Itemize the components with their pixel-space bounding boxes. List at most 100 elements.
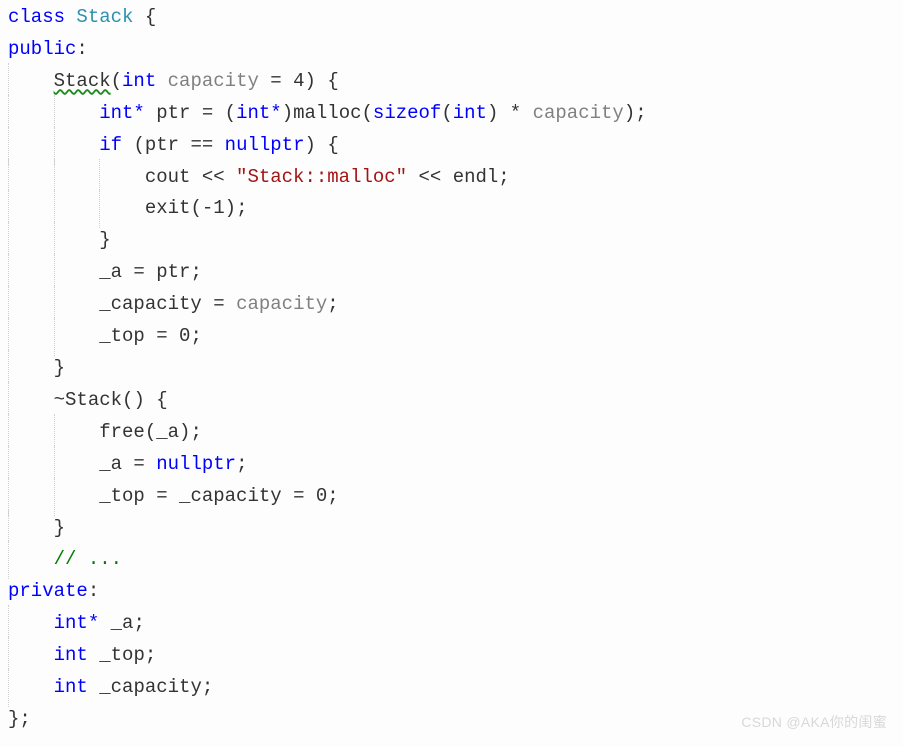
- literal: 0: [179, 325, 190, 347]
- rparen: ): [487, 102, 498, 124]
- equals: =: [145, 325, 179, 347]
- code-line: public:: [8, 34, 895, 66]
- lparen: (: [190, 197, 201, 219]
- code-line: int* ptr = (int*)malloc(sizeof(int) * ca…: [8, 98, 895, 130]
- semi: ;: [133, 612, 144, 634]
- func-malloc: malloc: [293, 102, 361, 124]
- code-line: if (ptr == nullptr) {: [8, 130, 895, 162]
- param-capacity: capacity: [168, 70, 259, 92]
- brace: {: [327, 70, 338, 92]
- equals: =: [122, 261, 156, 283]
- code-block: class Stack { public: Stack(int capacity…: [8, 2, 895, 736]
- code-line: cout << "Stack::malloc" << endl;: [8, 162, 895, 194]
- constructor-name: Stack: [54, 70, 111, 92]
- semi: ;: [635, 102, 646, 124]
- lparen: (: [122, 389, 133, 411]
- lparen: (: [362, 102, 373, 124]
- member-a: _a: [111, 612, 134, 634]
- literal: 0: [316, 485, 327, 507]
- endl: endl: [453, 166, 499, 188]
- type-int: int: [54, 676, 88, 698]
- semi: ;: [327, 293, 338, 315]
- code-line: ~Stack() {: [8, 385, 895, 417]
- member-capacity: _capacity: [99, 676, 202, 698]
- type-int: int: [453, 102, 487, 124]
- rparen: ): [305, 70, 316, 92]
- keyword-class: class: [8, 6, 65, 28]
- member-top: _top: [99, 485, 145, 507]
- member-a: _a: [99, 453, 122, 475]
- rparen: ): [133, 389, 144, 411]
- type-int: int: [54, 644, 88, 666]
- code-line: _top = 0;: [8, 321, 895, 353]
- code-line: }: [8, 353, 895, 385]
- code-line: _capacity = capacity;: [8, 289, 895, 321]
- code-line: _a = nullptr;: [8, 449, 895, 481]
- var-ptr: ptr: [145, 134, 179, 156]
- literal: -1: [202, 197, 225, 219]
- code-line: private:: [8, 576, 895, 608]
- semi: ;: [236, 453, 247, 475]
- end: };: [8, 708, 31, 730]
- cout: cout: [145, 166, 191, 188]
- brace: {: [156, 389, 167, 411]
- lparen: (: [145, 421, 156, 443]
- semi: ;: [145, 644, 156, 666]
- member-a: _a: [99, 261, 122, 283]
- code-line: }: [8, 225, 895, 257]
- member-a: _a: [156, 421, 179, 443]
- code-line: exit(-1);: [8, 193, 895, 225]
- brace: }: [54, 517, 65, 539]
- nullptr: nullptr: [156, 453, 236, 475]
- code-line: int _top;: [8, 640, 895, 672]
- param-capacity: capacity: [236, 293, 327, 315]
- rparen: ): [225, 197, 236, 219]
- destructor-name: ~Stack: [54, 389, 122, 411]
- lparen: (: [111, 70, 122, 92]
- param-capacity: capacity: [533, 102, 624, 124]
- brace: }: [99, 229, 110, 251]
- member-capacity: _capacity: [99, 293, 202, 315]
- brace: {: [145, 6, 156, 28]
- lparen: (: [133, 134, 144, 156]
- equals: =: [282, 485, 316, 507]
- code-line: _top = _capacity = 0;: [8, 481, 895, 513]
- code-line: // ...: [8, 544, 895, 576]
- equals: =: [190, 102, 224, 124]
- func-exit: exit: [145, 197, 191, 219]
- sizeof: sizeof: [373, 102, 441, 124]
- equals: =: [259, 70, 293, 92]
- func-free: free: [99, 421, 145, 443]
- lshift: <<: [407, 166, 453, 188]
- equals: =: [145, 485, 179, 507]
- colon: :: [76, 38, 87, 60]
- star: *: [498, 102, 532, 124]
- lshift: <<: [190, 166, 236, 188]
- var-ptr: ptr: [156, 102, 190, 124]
- comment: // ...: [54, 548, 122, 570]
- code-line: int* _a;: [8, 608, 895, 640]
- semi: ;: [190, 325, 201, 347]
- code-line: }: [8, 513, 895, 545]
- nullptr: nullptr: [225, 134, 305, 156]
- string-literal: "Stack::malloc": [236, 166, 407, 188]
- member-top: _top: [99, 644, 145, 666]
- var-ptr: ptr: [156, 261, 190, 283]
- brace: }: [54, 357, 65, 379]
- keyword-if: if: [99, 134, 122, 156]
- equals: =: [202, 293, 236, 315]
- colon: :: [88, 580, 99, 602]
- code-line: Stack(int capacity = 4) {: [8, 66, 895, 98]
- brace: {: [327, 134, 338, 156]
- rparen: ): [305, 134, 316, 156]
- type-intptr: int*: [54, 612, 100, 634]
- semi: ;: [190, 261, 201, 283]
- member-capacity: _capacity: [179, 485, 282, 507]
- code-line: _a = ptr;: [8, 257, 895, 289]
- rparen: ): [179, 421, 190, 443]
- lparen: (: [225, 102, 236, 124]
- literal: 4: [293, 70, 304, 92]
- access-public: public: [8, 38, 76, 60]
- type-name: Stack: [76, 6, 133, 28]
- member-top: _top: [99, 325, 145, 347]
